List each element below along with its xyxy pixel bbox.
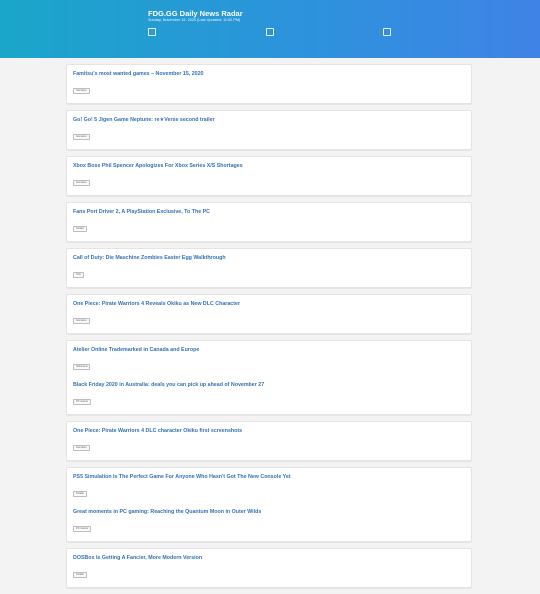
news-card: Call of Duty: Die Maschine Zombies Easte… [66,248,472,288]
news-card: One Piece: Pirate Warriors 4 Reveals Oki… [66,294,472,334]
news-item: Call of Duty: Die Maschine Zombies Easte… [73,254,465,284]
source-tag[interactable]: Kotaku [73,226,88,232]
source-tag[interactable]: Kotaku [73,491,88,497]
news-list: Famitsu's most wanted games – November 1… [66,64,472,594]
news-headline-link[interactable]: One Piece: Pirate Warriors 4 Reveals Oki… [73,301,465,308]
news-headline-link[interactable]: PS5 Simulation Is The Perfect Game For A… [73,474,465,481]
news-item: One Piece: Pirate Warriors 4 Reveals Oki… [73,300,465,330]
news-card: DOSBox Is Getting A Fancier, More Modern… [66,548,472,588]
filter-checkbox-1[interactable] [148,28,156,36]
source-tag[interactable]: PC Gamer [73,526,92,532]
news-headline-link[interactable]: Go! Go! 5 Jigen Game Neptune: re★Verse s… [73,117,465,124]
source-tag[interactable]: Kotaku [73,572,88,578]
last-updated-text: Sunday, November 15, 2020 (Last Updated:… [148,18,241,22]
page-header: FDG.GG Daily News Radar Sunday, November… [0,0,540,58]
news-headline-link[interactable]: Xbox Boss Phil Spencer Apologizes For Xb… [73,163,465,170]
news-card: PS5 Simulation Is The Perfect Game For A… [66,467,472,542]
news-headline-link[interactable]: Famitsu's most wanted games – November 1… [73,71,465,78]
source-tag[interactable]: Gematsu [73,134,90,140]
news-card: Atelier Online Trademarked in Canada and… [66,340,472,415]
source-tag[interactable]: Gematsu [73,88,90,94]
source-tag[interactable]: IGN [73,272,84,278]
news-item: One Piece: Pirate Warriors 4 DLC charact… [73,427,465,457]
news-headline-link[interactable]: Atelier Online Trademarked in Canada and… [73,347,465,354]
news-item: Xbox Boss Phil Spencer Apologizes For Xb… [73,162,465,192]
news-item: PS5 Simulation Is The Perfect Game For A… [73,473,465,503]
source-tag[interactable]: Gematsu [73,445,90,451]
filter-checkbox-2[interactable] [266,28,274,36]
page-title: FDG.GG Daily News Radar [148,9,243,18]
news-card: Famitsu's most wanted games – November 1… [66,64,472,104]
news-item: Black Friday 2020 in Australia: deals yo… [73,381,465,411]
news-item: Great moments in PC gaming: Reaching the… [73,508,465,538]
news-headline-link[interactable]: DOSBox Is Getting A Fancier, More Modern… [73,555,465,562]
news-card: One Piece: Pirate Warriors 4 DLC charact… [66,421,472,461]
filter-checkbox-3[interactable] [383,28,391,36]
source-tag[interactable]: Siliconera [73,364,91,370]
news-headline-link[interactable]: Fans Port Driver 2, A PlayStation Exclus… [73,209,465,216]
news-item: DOSBox Is Getting A Fancier, More Modern… [73,554,465,584]
source-tag[interactable]: Gematsu [73,180,90,186]
news-headline-link[interactable]: Call of Duty: Die Maschine Zombies Easte… [73,255,465,262]
source-tag[interactable]: PC Gamer [73,399,92,405]
news-card: Go! Go! 5 Jigen Game Neptune: re★Verse s… [66,110,472,150]
news-headline-link[interactable]: One Piece: Pirate Warriors 4 DLC charact… [73,428,465,435]
news-card: Fans Port Driver 2, A PlayStation Exclus… [66,202,472,242]
news-item: Fans Port Driver 2, A PlayStation Exclus… [73,208,465,238]
source-tag[interactable]: Gematsu [73,318,90,324]
news-item: Famitsu's most wanted games – November 1… [73,70,465,100]
news-item: Atelier Online Trademarked in Canada and… [73,346,465,376]
news-headline-link[interactable]: Great moments in PC gaming: Reaching the… [73,509,465,516]
news-headline-link[interactable]: Black Friday 2020 in Australia: deals yo… [73,382,465,389]
news-item: Go! Go! 5 Jigen Game Neptune: re★Verse s… [73,116,465,146]
news-card: Xbox Boss Phil Spencer Apologizes For Xb… [66,156,472,196]
